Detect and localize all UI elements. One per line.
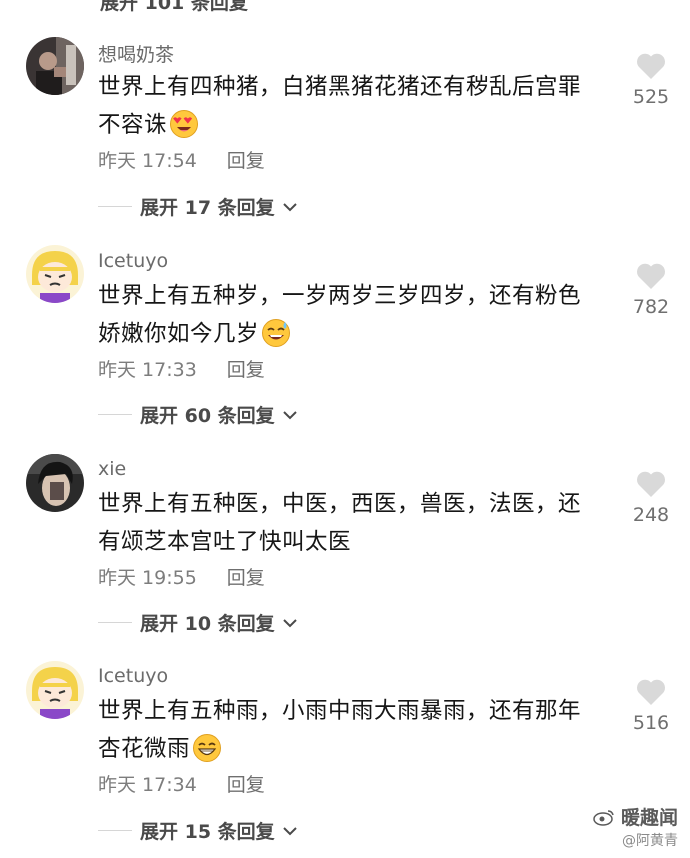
- timestamp: 昨天 17:34: [98, 774, 197, 796]
- like-button[interactable]: 782: [618, 262, 684, 318]
- chevron-down-icon: [282, 202, 297, 211]
- avatar-photo-icon: [26, 454, 84, 512]
- timestamp: 昨天 19:55: [98, 567, 197, 589]
- heart-icon: [637, 471, 665, 497]
- heart-icon: [637, 263, 665, 289]
- expand-replies-button[interactable]: 展开 60 条回复: [98, 401, 297, 428]
- username[interactable]: xie: [98, 458, 126, 480]
- expand-label: 展开 17 条回复: [140, 197, 275, 219]
- like-button[interactable]: 525: [618, 52, 684, 108]
- watermark-line2: @阿黄青: [622, 833, 678, 849]
- comment-text: 世界上有五种雨，小雨中雨大雨暴雨，还有那年杏花微雨: [98, 692, 598, 768]
- comment-meta: 昨天 19:55 回复: [98, 563, 265, 590]
- expand-replies-button[interactable]: 展开 10 条回复: [98, 609, 297, 636]
- timestamp: 昨天 17:33: [98, 359, 197, 381]
- comment-text-content: 世界上有五种岁，一岁两岁三岁四岁，还有粉色娇嫩你如今几岁: [98, 283, 582, 347]
- username[interactable]: Icetuyo: [98, 665, 168, 687]
- timestamp: 昨天 17:54: [98, 150, 197, 172]
- avatar-cartoon-icon: [26, 245, 84, 303]
- reply-button[interactable]: 回复: [227, 146, 265, 173]
- chevron-down-icon: [282, 826, 297, 835]
- watermark: 暖趣闻 @阿黄青: [593, 803, 678, 850]
- divider: [98, 414, 132, 415]
- expand-replies-button[interactable]: 展开 15 条回复: [98, 817, 297, 844]
- like-count: 782: [632, 296, 670, 318]
- comment-text: 世界上有五种岁，一岁两岁三岁四岁，还有粉色娇嫩你如今几岁: [98, 277, 598, 353]
- watermark-brand: 暖趣闻: [593, 803, 678, 830]
- reply-button[interactable]: 回复: [227, 563, 265, 590]
- heart-icon: [637, 679, 665, 705]
- username[interactable]: 想喝奶茶: [98, 40, 174, 67]
- sweat-smile-emoji: [262, 318, 291, 347]
- like-button[interactable]: 516: [618, 678, 684, 734]
- heart-eyes-emoji: [170, 109, 199, 138]
- like-count: 248: [632, 504, 670, 526]
- comment-text: 世界上有五种医，中医，西医，兽医，法医，还有颂芝本宫吐了快叫太医: [98, 485, 598, 561]
- comment-feed: 展开 101 条回复 想喝奶茶 世界上有四种猪，白猪黑猪花猪还有秽乱后宫罪不容诛: [0, 0, 690, 858]
- heart-icon: [637, 53, 665, 79]
- username[interactable]: Icetuyo: [98, 250, 168, 272]
- comment-meta: 昨天 17:34 回复: [98, 770, 265, 797]
- grin-emoji: [193, 733, 222, 762]
- divider: [98, 206, 132, 207]
- comment-meta: 昨天 17:54 回复: [98, 146, 265, 173]
- comment-meta: 昨天 17:33 回复: [98, 355, 265, 382]
- comment-text: 世界上有四种猪，白猪黑猪花猪还有秽乱后宫罪不容诛: [98, 68, 598, 144]
- expand-label: 展开 15 条回复: [140, 821, 275, 843]
- expand-replies-button[interactable]: 展开 17 条回复: [98, 193, 297, 220]
- like-count: 516: [632, 712, 670, 734]
- reply-button[interactable]: 回复: [227, 770, 265, 797]
- like-count: 525: [632, 86, 670, 108]
- expand-label: 展开 60 条回复: [140, 405, 275, 427]
- comment-text-content: 世界上有五种雨，小雨中雨大雨暴雨，还有那年杏花微雨: [98, 698, 582, 762]
- comment-text-content: 世界上有五种医，中医，西医，兽医，法医，还有颂芝本宫吐了快叫太医: [98, 491, 582, 555]
- divider: [98, 830, 132, 831]
- expand-partial-label: 展开 101 条回复: [100, 0, 248, 14]
- expand-label: 展开 10 条回复: [140, 613, 275, 635]
- divider: [98, 622, 132, 623]
- avatar-photo-icon: [26, 37, 84, 95]
- chevron-down-icon: [282, 410, 297, 419]
- avatar[interactable]: [26, 245, 84, 303]
- avatar[interactable]: [26, 454, 84, 512]
- reply-button[interactable]: 回复: [227, 355, 265, 382]
- chevron-down-icon: [282, 618, 297, 627]
- weibo-logo-icon: [593, 809, 614, 826]
- like-button[interactable]: 248: [618, 470, 684, 526]
- watermark-line1: 暖趣闻: [620, 807, 678, 829]
- expand-replies-partial[interactable]: 展开 101 条回复: [100, 0, 248, 15]
- avatar-cartoon-icon: [26, 661, 84, 719]
- avatar[interactable]: [26, 37, 84, 95]
- avatar[interactable]: [26, 661, 84, 719]
